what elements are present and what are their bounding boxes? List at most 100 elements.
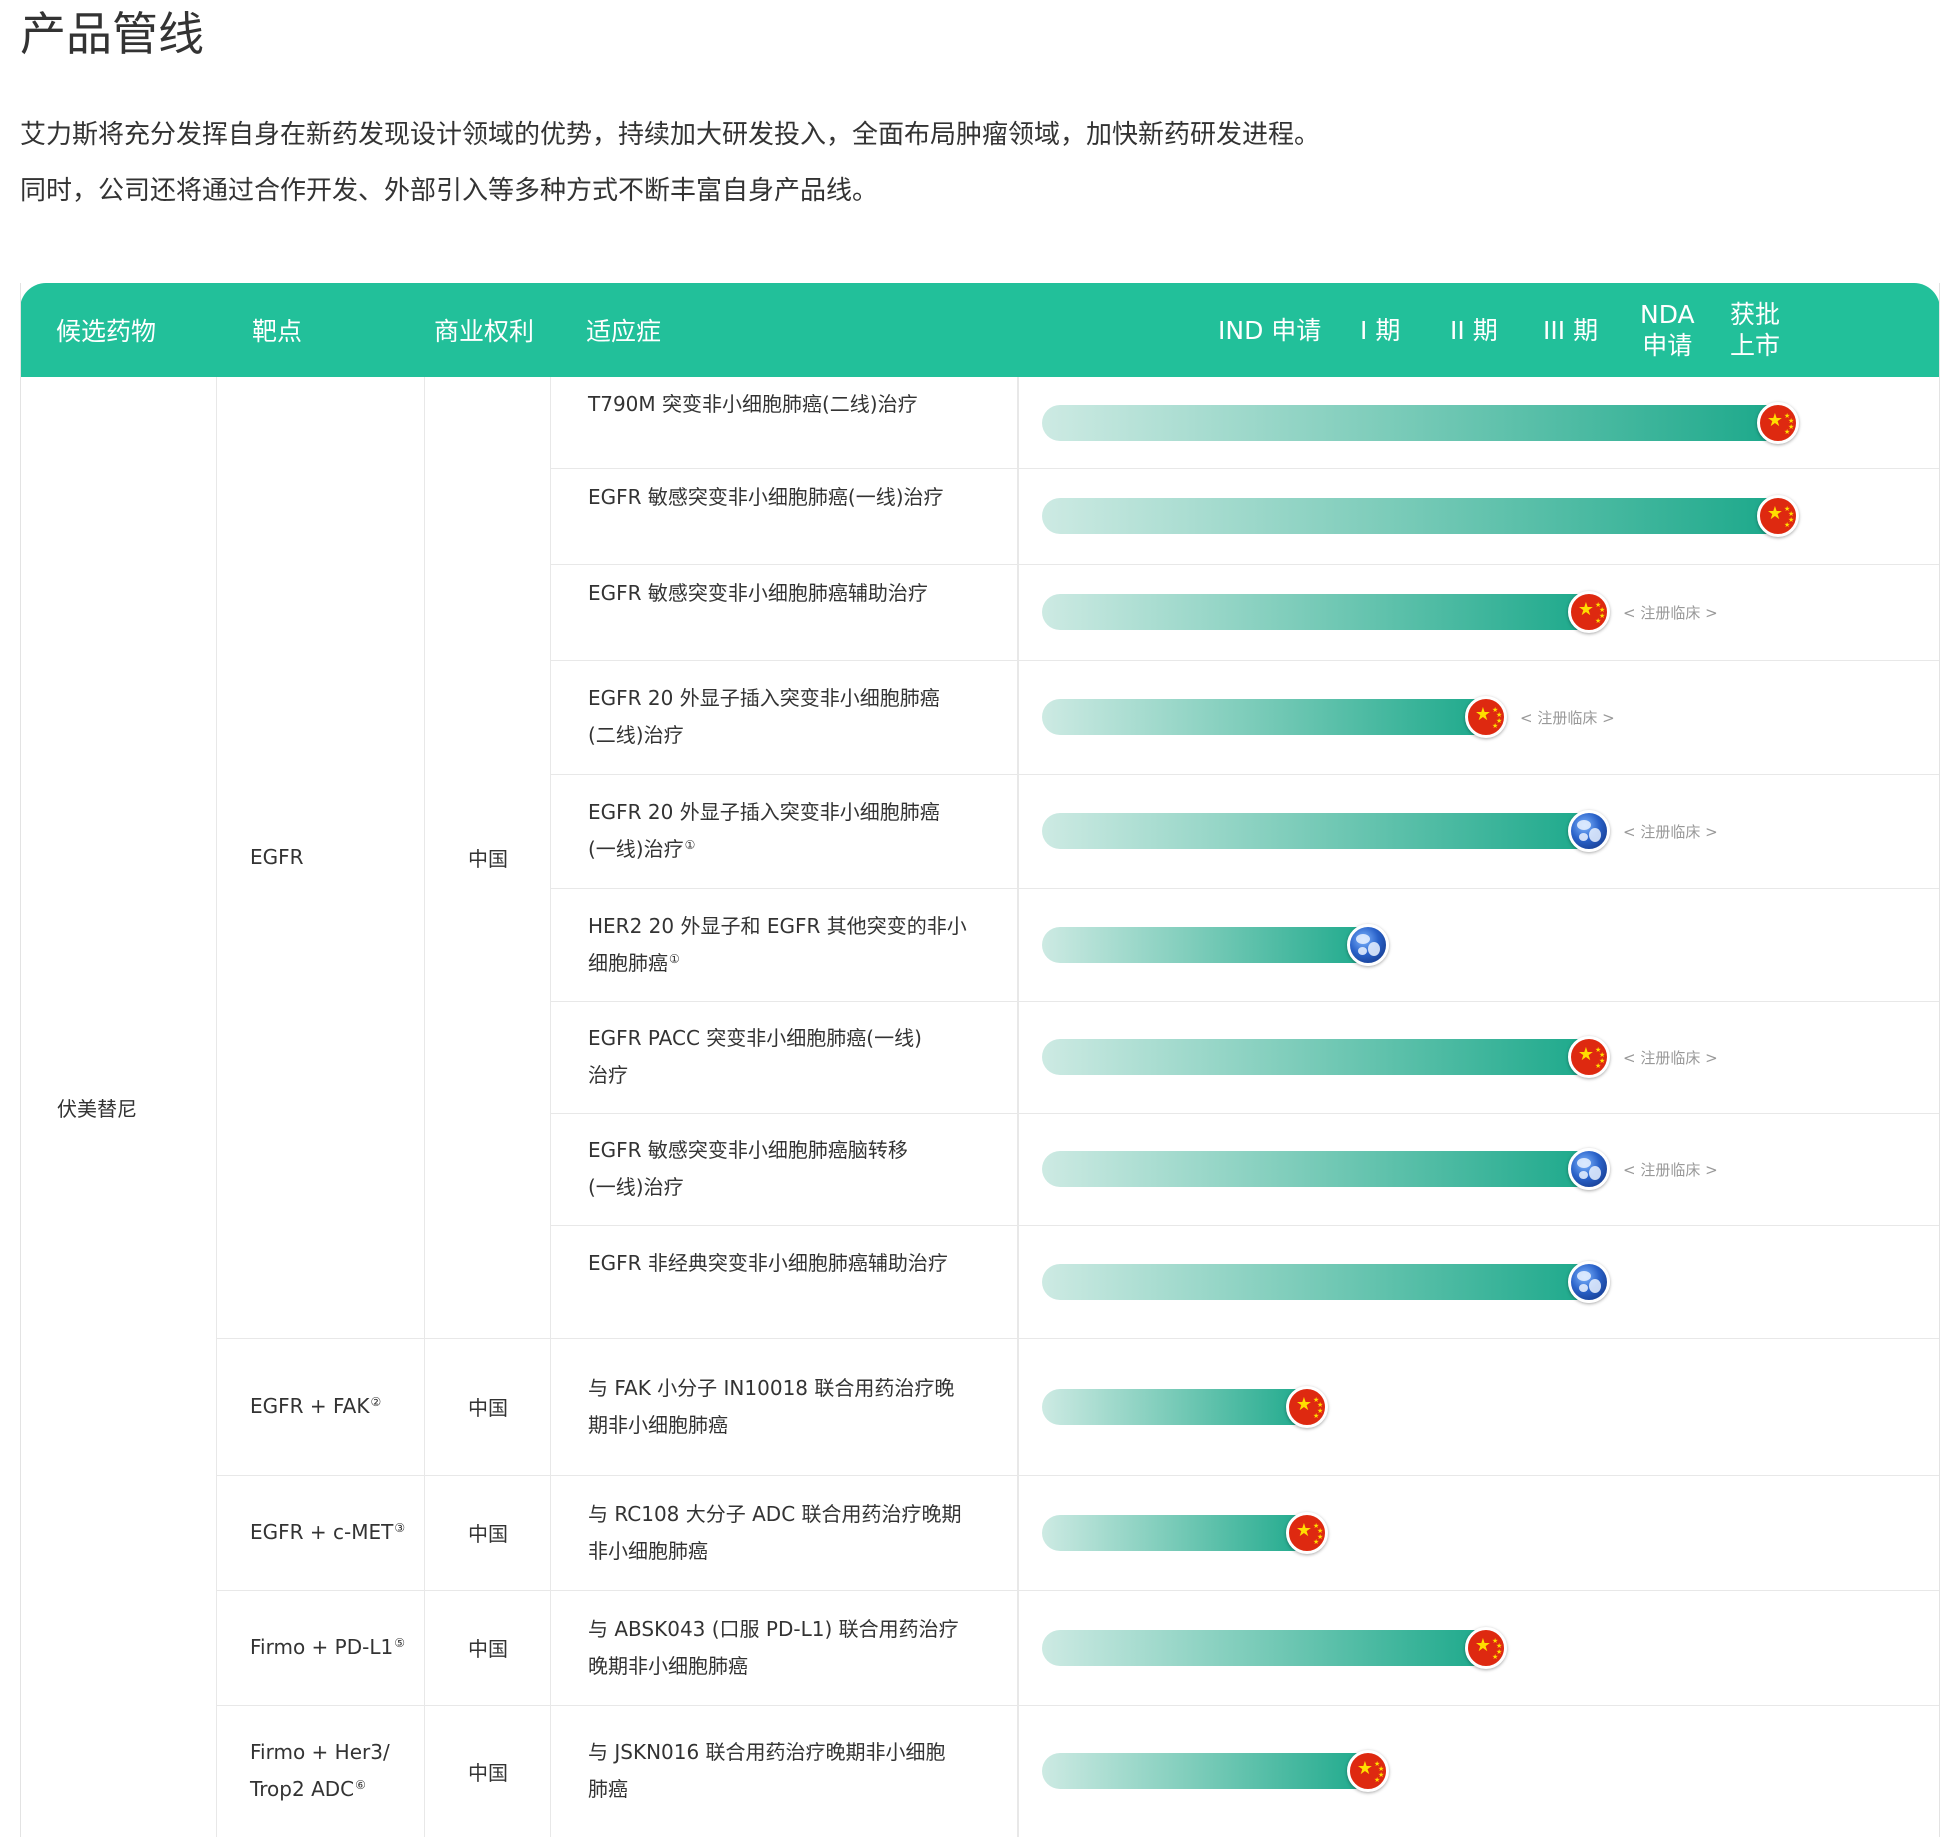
footnote-mark: ②	[370, 1395, 382, 1409]
indication-line: 与 ABSK043 (口服 PD-L1) 联合用药治疗	[588, 1616, 959, 1641]
indication-line: EGFR 20 外显子插入突变非小细胞肺癌	[588, 686, 940, 710]
indication-line-text: 期非小细胞肺癌	[588, 1412, 728, 1437]
progress-bar	[1042, 1629, 1492, 1666]
globe-icon	[1568, 1260, 1610, 1303]
indication-line	[588, 612, 928, 649]
target-cell: EGFR + FAK②	[216, 1338, 424, 1475]
flag-small-star: ★	[1492, 722, 1499, 730]
indication-line: 与 JSKN016 联合用药治疗晚期非小细胞	[588, 1740, 946, 1764]
header-stage-phase2: II 期	[1450, 283, 1498, 377]
target-text: Trop2 ADC⑥	[250, 1771, 390, 1808]
target-label: Firmo + Her3/Trop2 ADC⑥	[250, 1734, 390, 1808]
stage-label: IND 申请	[1218, 315, 1322, 345]
stage-label: 上市	[1730, 331, 1781, 360]
header-stage-phase1: I 期	[1360, 283, 1400, 377]
row-divider	[550, 1001, 1939, 1002]
pipeline-table: 候选药物 靶点 商业权利 适应症 IND 申请 I 期 II 期 III 期 N…	[20, 283, 1940, 1837]
flag-star: ★	[1577, 599, 1595, 620]
stage-label: I 期	[1360, 315, 1401, 345]
indication-cell: EGFR 敏感突变非小细胞肺癌辅助治疗	[550, 564, 1018, 660]
target-text: EGFR + c-MET	[250, 1520, 394, 1544]
globe-landmass	[1577, 1158, 1591, 1168]
row-divider	[550, 468, 1939, 469]
flag-small-star: ★	[1784, 521, 1791, 529]
header-drug: 候选药物	[56, 317, 157, 346]
indication-line-text: 治疗	[588, 1063, 628, 1087]
target-cell: Firmo + Her3/Trop2 ADC⑥	[216, 1705, 424, 1837]
column-divider	[1018, 377, 1019, 1837]
indication-text: EGFR 敏感突变非小细胞肺癌脑转移 (一线)治疗	[588, 1132, 908, 1206]
rights-cell: 中国	[424, 377, 550, 1338]
globe-landmass	[1358, 946, 1367, 955]
stage-label: III 期	[1543, 315, 1599, 345]
row-divider	[550, 564, 1939, 565]
indication-line: 非小细胞肺癌	[588, 1533, 962, 1570]
globe-landmass	[1579, 833, 1588, 841]
indication-line-text: (二线)治疗	[588, 723, 684, 747]
globe-landmass	[1579, 1283, 1588, 1292]
flag-star: ★	[1474, 1634, 1492, 1656]
indication-line: EGFR 20 外显子插入突变非小细胞肺癌	[588, 800, 940, 824]
header-stage-nda: NDA 申请	[1640, 283, 1695, 377]
target-label: EGFR + c-MET③	[250, 1514, 405, 1551]
flag-star: ★	[1766, 503, 1784, 524]
header-target: 靶点	[252, 317, 303, 346]
indication-text: EGFR 敏感突变非小细胞肺癌(一线)治疗	[588, 479, 944, 553]
indication-text: 与 ABSK043 (口服 PD-L1) 联合用药治疗晚期非小细胞肺癌	[588, 1611, 959, 1685]
row-divider	[550, 1113, 1939, 1114]
indication-text: EGFR PACC 突变非小细胞肺癌(一线) 治疗	[588, 1020, 922, 1094]
indication-line-text: 肺癌	[588, 1777, 628, 1801]
indication-line: (一线)治疗①	[588, 831, 940, 868]
row-divider	[550, 774, 1939, 775]
china-flag-icon: ★ ★ ★ ★ ★	[1568, 591, 1610, 633]
globe-landmass	[1368, 941, 1380, 956]
row-divider	[550, 660, 1939, 661]
page-title: 产品管线	[20, 7, 204, 61]
indication-line: 细胞肺癌①	[588, 945, 967, 982]
globe-icon	[1568, 810, 1610, 852]
flag-star: ★	[1295, 1393, 1313, 1415]
indication-line	[588, 1282, 948, 1319]
globe-icon	[1347, 923, 1389, 966]
indication-cell: EGFR 敏感突变非小细胞肺癌(一线)治疗	[550, 468, 1018, 564]
footnote-mark: ①	[684, 838, 696, 852]
indication-line: 晚期非小细胞肺癌	[588, 1648, 959, 1685]
indication-text: EGFR 20 外显子插入突变非小细胞肺癌 (一线)治疗①	[588, 794, 940, 868]
flag-small-star: ★	[1784, 427, 1791, 436]
globe-icon	[1568, 1148, 1610, 1190]
target-text: Firmo + PD-L1	[250, 1635, 394, 1659]
globe-landmass	[1579, 1171, 1588, 1179]
indication-cell: HER2 20 外显子和 EGFR 其他突变的非小细胞肺癌①	[550, 888, 1018, 1001]
china-flag-icon: ★ ★ ★ ★ ★	[1286, 1511, 1328, 1554]
flag-star: ★	[1766, 409, 1784, 431]
stage-note: < 注册临床 >	[1623, 1049, 1718, 1067]
indication-line: EGFR PACC 突变非小细胞肺癌(一线)	[588, 1026, 922, 1050]
indication-cell: EGFR PACC 突变非小细胞肺癌(一线) 治疗	[550, 1001, 1018, 1113]
indication-line: HER2 20 外显子和 EGFR 其他突变的非小	[588, 913, 967, 938]
globe-landmass	[1577, 1270, 1591, 1281]
globe-landmass	[1577, 820, 1591, 830]
flag-small-star: ★	[1492, 1652, 1499, 1661]
target-cell: EGFR + c-MET③	[216, 1475, 424, 1590]
target-label: EGFR + FAK②	[250, 1388, 381, 1425]
target-text: EGFR	[250, 845, 304, 869]
rights-cell: 中国	[424, 1590, 550, 1705]
indication-line: EGFR 敏感突变非小细胞肺癌辅助治疗	[588, 581, 928, 605]
group-divider	[216, 1705, 1939, 1706]
indication-line: 与 RC108 大分子 ADC 联合用药治疗晚期	[588, 1501, 962, 1526]
indication-line-text: (一线)治疗	[588, 837, 684, 861]
indication-line	[588, 516, 944, 553]
indication-cell: 与 FAK 小分子 IN10018 联合用药治疗晚 期非小细胞肺癌	[550, 1338, 1018, 1475]
indication-line	[588, 423, 918, 460]
indication-line: (一线)治疗	[588, 1169, 908, 1206]
progress-bar	[1042, 1514, 1313, 1551]
indication-line: T790M 突变非小细胞肺癌(二线)治疗	[588, 391, 918, 416]
china-flag-icon: ★ ★ ★ ★ ★	[1757, 401, 1799, 444]
indication-cell: EGFR 敏感突变非小细胞肺癌脑转移 (一线)治疗	[550, 1113, 1018, 1225]
progress-bar	[1042, 1039, 1595, 1075]
row-divider	[550, 888, 1939, 889]
stage-note: < 注册临床 >	[1623, 1161, 1718, 1179]
indication-line: EGFR 非经典突变非小细胞肺癌辅助治疗	[588, 1250, 948, 1275]
indication-cell: 与 JSKN016 联合用药治疗晚期非小细胞 肺癌	[550, 1705, 1018, 1837]
stage-note: < 注册临床 >	[1623, 604, 1718, 622]
